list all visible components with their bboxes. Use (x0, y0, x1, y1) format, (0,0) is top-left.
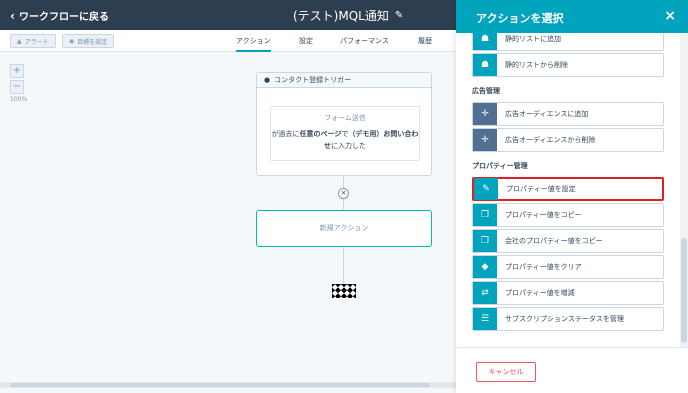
person-icon: ● (264, 76, 271, 84)
copy-icon: ❐ (473, 230, 497, 252)
panel-header: アクションを選択 × (456, 0, 688, 33)
form-submission-label: フォーム送信 (324, 114, 366, 122)
action-label: 静的リストから削除 (505, 61, 568, 69)
action-label: プロパティー値をクリア (505, 263, 582, 271)
users-icon: ☗ (473, 33, 497, 50)
action-increment-property-value[interactable]: ⇄ プロパティー値を増減 (472, 281, 664, 305)
action-label: 広告オーディエンスから削除 (505, 136, 596, 144)
action-select-panel: アクションを選択 × ☗ 静的リストに追加 ☗ 静的リストから削除 広告管理 ✛… (456, 0, 688, 393)
action-set-property-value[interactable]: ✎ プロパティー値を設定 (472, 177, 664, 201)
remove-branch-button[interactable]: × (338, 188, 349, 199)
action-copy-company-property-value[interactable]: ❐ 会社のプロパティー値をコピー (472, 229, 664, 253)
crosshair-icon: ✛ (473, 103, 497, 125)
edit-icon: ✎ (474, 178, 498, 200)
section-property-management: プロパティー管理 (472, 162, 528, 170)
scrollbar-thumb[interactable] (10, 383, 430, 387)
zoom-in-button[interactable]: + (10, 64, 24, 78)
tab-actions[interactable]: アクション (236, 36, 271, 52)
action-add-to-ad-audience[interactable]: ✛ 広告オーディエンスに追加 (472, 102, 664, 126)
enrollment-trigger-card[interactable]: ● コンタクト登録トリガー フォーム送信 が過去に任意のページで（デモ用）お問い… (256, 72, 432, 176)
cond-text: が過去に (271, 130, 300, 138)
trigger-condition: フォーム送信 が過去に任意のページで（デモ用）お問い合わせに入力した (270, 106, 420, 161)
action-copy-property-value[interactable]: ❐ プロパティー値をコピー (472, 203, 664, 227)
form-condition-text: が過去に任意のページで（デモ用）お問い合わせに入力した (271, 128, 419, 152)
action-label: プロパティー値をコピー (505, 211, 582, 219)
alert-label: アラート (24, 38, 49, 46)
action-remove-from-static-list[interactable]: ☗ 静的リストから削除 (472, 53, 664, 77)
alert-button[interactable]: ▲ アラート (10, 34, 56, 48)
connector-line (343, 247, 344, 284)
workflow-title-text: (テスト)MQL通知 (293, 9, 389, 23)
action-label: サブスクリプションステータスを管理 (505, 315, 624, 323)
arrows-icon: ⇄ (473, 282, 497, 304)
action-label: 広告オーディエンスに追加 (505, 110, 589, 118)
cond-page: 任意のページ (299, 130, 342, 138)
sub-toolbar: ▲ アラート ◉ 目標を設定 アクション 設定 パフォーマンス 履歴 (0, 30, 456, 52)
cond-text: に入力した (331, 142, 366, 150)
zoom-level: 100% (10, 96, 28, 103)
scrollbar-thumb[interactable] (681, 238, 687, 343)
section-ads-management: 広告管理 (472, 87, 500, 95)
goal-label: 目標を設定 (77, 38, 108, 46)
copy-icon: ❐ (473, 204, 497, 226)
set-goal-button[interactable]: ◉ 目標を設定 (62, 34, 115, 48)
tab-history[interactable]: 履歴 (418, 36, 432, 46)
chevron-left-icon: ‹ (10, 8, 15, 23)
action-manage-subscription-status[interactable]: ☰ サブスクリプションステータスを管理 (472, 307, 664, 331)
eraser-icon: ◆ (473, 256, 497, 278)
horizontal-scrollbar[interactable] (0, 382, 456, 388)
workflow-title: (テスト)MQL通知 ✎ (293, 7, 403, 24)
panel-scrollbar[interactable] (680, 33, 688, 347)
action-label: プロパティー値を増減 (505, 289, 575, 297)
action-list: ☗ 静的リストに追加 ☗ 静的リストから削除 広告管理 ✛ 広告オーディエンスに… (456, 33, 680, 347)
action-add-to-static-list[interactable]: ☗ 静的リストに追加 (472, 33, 664, 51)
cancel-button[interactable]: キャンセル (476, 362, 536, 382)
checkered-flag-icon (332, 284, 356, 298)
warning-icon: ▲ (17, 37, 22, 45)
action-remove-from-ad-audience[interactable]: ✛ 広告オーディエンスから削除 (472, 128, 664, 152)
panel-title: アクションを選択 (476, 12, 564, 25)
action-clear-property-value[interactable]: ◆ プロパティー値をクリア (472, 255, 664, 279)
connector-line (343, 199, 344, 210)
action-label: 会社のプロパティー値をコピー (505, 237, 603, 245)
action-label: 静的リストに追加 (505, 35, 561, 43)
action-label: プロパティー値を設定 (506, 185, 576, 193)
crosshair-icon: ✛ (473, 129, 497, 151)
zoom-controls: + − 100% (10, 64, 28, 103)
workflow-canvas: + − 100% ● コンタクト登録トリガー フォーム送信 が過去に任意のページ… (0, 52, 456, 393)
panel-footer: キャンセル (456, 347, 688, 393)
tab-performance[interactable]: パフォーマンス (340, 36, 389, 46)
back-to-workflows-button[interactable]: ‹ ワークフローに戻る (10, 8, 109, 24)
new-action-placeholder[interactable]: 新規アクション (256, 210, 432, 247)
connector-line (343, 176, 344, 188)
users-icon: ☗ (473, 54, 497, 76)
trigger-header: ● コンタクト登録トリガー (257, 73, 431, 88)
target-icon: ◉ (69, 37, 75, 45)
tab-settings[interactable]: 設定 (299, 36, 313, 46)
pencil-icon[interactable]: ✎ (395, 10, 403, 21)
trigger-title: コンタクト登録トリガー (274, 76, 352, 84)
zoom-out-button[interactable]: − (10, 80, 24, 94)
back-label: ワークフローに戻る (18, 12, 109, 23)
close-icon[interactable]: × (664, 8, 676, 24)
list-icon: ☰ (473, 308, 497, 330)
